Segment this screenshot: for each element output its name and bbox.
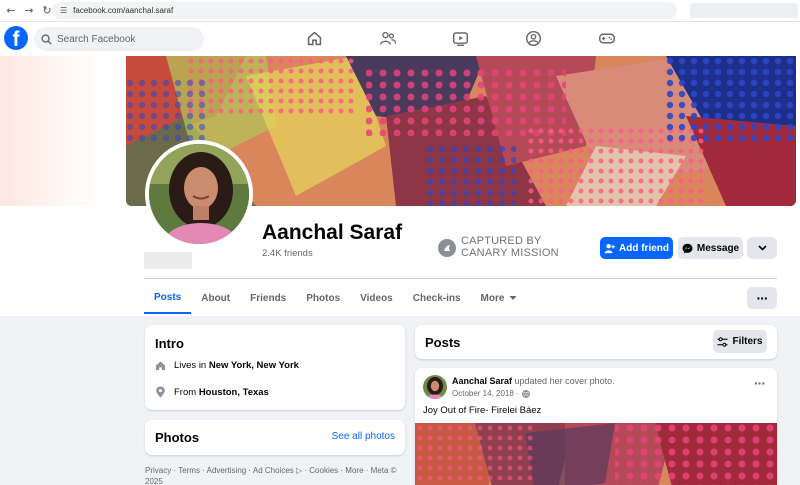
site-settings-icon[interactable]: ☰ [60,6,67,15]
canary-logo-icon [438,238,456,257]
search-input[interactable]: Search Facebook [34,27,204,51]
post-artwork [415,423,777,485]
tab-more-label: More [480,292,505,304]
post-date-row: October 14, 2018 · [452,389,530,398]
tab-posts[interactable]: Posts [144,282,192,314]
video-icon[interactable] [452,30,469,47]
browser-toolbar: ← → ↻ ☰ facebook.com/aanchal.saraf [0,0,800,22]
canary-mission-watermark: CAPTURED BY CANARY MISSION [438,235,559,259]
message-button[interactable]: Message [678,237,743,259]
intro-title: Intro [155,336,184,351]
home-icon[interactable] [306,30,323,47]
message-label: Message [696,242,740,254]
friends-count[interactable]: 2.4K friends [262,248,313,259]
post-author-avatar[interactable] [423,375,447,399]
url-text: facebook.com/aanchal.saraf [73,6,174,15]
from-place[interactable]: Houston, Texas [199,387,269,398]
post-date[interactable]: October 14, 2018 · [452,389,519,398]
forward-icon[interactable]: → [20,2,38,20]
post-author-name[interactable]: Aanchal Saraf [452,376,512,386]
filters-button[interactable]: Filters [713,330,767,353]
photos-title: Photos [155,430,200,445]
add-person-icon [604,243,615,253]
search-placeholder: Search Facebook [57,33,136,45]
watermark-line-2: CANARY MISSION [461,246,559,259]
intro-from: From Houston, Texas [155,386,269,398]
address-bar[interactable]: ☰ facebook.com/aanchal.saraf [52,2,677,19]
profile-name: Aanchal Saraf [262,221,403,244]
add-friend-button[interactable]: Add friend [600,237,673,259]
home-filled-icon [155,361,166,371]
chevron-down-icon [757,245,767,251]
location-pin-icon [156,386,165,398]
photos-card: Photos See all photos [145,420,405,455]
caret-down-icon [509,296,517,300]
from-prefix: From [174,386,199,398]
profile-photo [149,144,249,244]
tab-friends[interactable]: Friends [240,282,296,314]
post-card: Aanchal Saraf updated her cover photo. O… [415,368,777,485]
footer-links[interactable]: Privacy · Terms · Advertising · Ad Choic… [145,465,405,485]
filters-label: Filters [732,336,763,347]
filters-icon [717,336,729,347]
friends-icon[interactable] [379,30,397,47]
tab-about[interactable]: About [191,282,240,314]
add-friend-label: Add friend [619,242,669,254]
messenger-icon [682,243,693,253]
intro-card: Intro Lives in New York, New York From H… [145,325,405,410]
tab-photos[interactable]: Photos [296,282,350,314]
groups-icon[interactable] [525,30,542,47]
profile-dropdown-button[interactable] [747,237,777,259]
facebook-logo-icon[interactable]: f [4,26,28,50]
intro-lives-in: Lives in New York, New York [155,360,299,371]
profile-more-options-button[interactable]: ··· [747,287,777,309]
see-all-photos-link[interactable]: See all photos [332,431,395,442]
watermark-line-1: CAPTURED BY [461,235,542,247]
back-icon[interactable]: ← [2,2,20,20]
search-icon [41,33,52,45]
tab-videos[interactable]: Videos [350,282,403,314]
post-action: updated her cover photo. [512,376,615,386]
post-image[interactable] [415,423,777,485]
redacted-bar [144,252,192,269]
gaming-icon[interactable] [598,30,616,47]
tab-check-ins[interactable]: Check-ins [403,282,471,314]
posts-title: Posts [425,335,461,350]
profile-tabs: Posts About Friends Photos Videos Check-… [144,282,527,316]
post-menu-icon[interactable]: ··· [754,375,766,391]
facebook-topbar: f Search Facebook [0,22,800,56]
lives-prefix: Lives in [174,360,209,371]
post-caption: Joy Out of Fire- Firelei Báez [423,405,542,416]
posts-header-card: Posts Filters [415,325,777,359]
profile-picture[interactable] [145,140,253,248]
post-header: Aanchal Saraf updated her cover photo. [452,376,615,386]
lives-place[interactable]: New York, New York [209,360,299,371]
browser-extensions-area [690,3,798,18]
profile-divider [144,278,777,279]
tab-more[interactable]: More [471,282,528,314]
globe-icon [521,389,530,398]
